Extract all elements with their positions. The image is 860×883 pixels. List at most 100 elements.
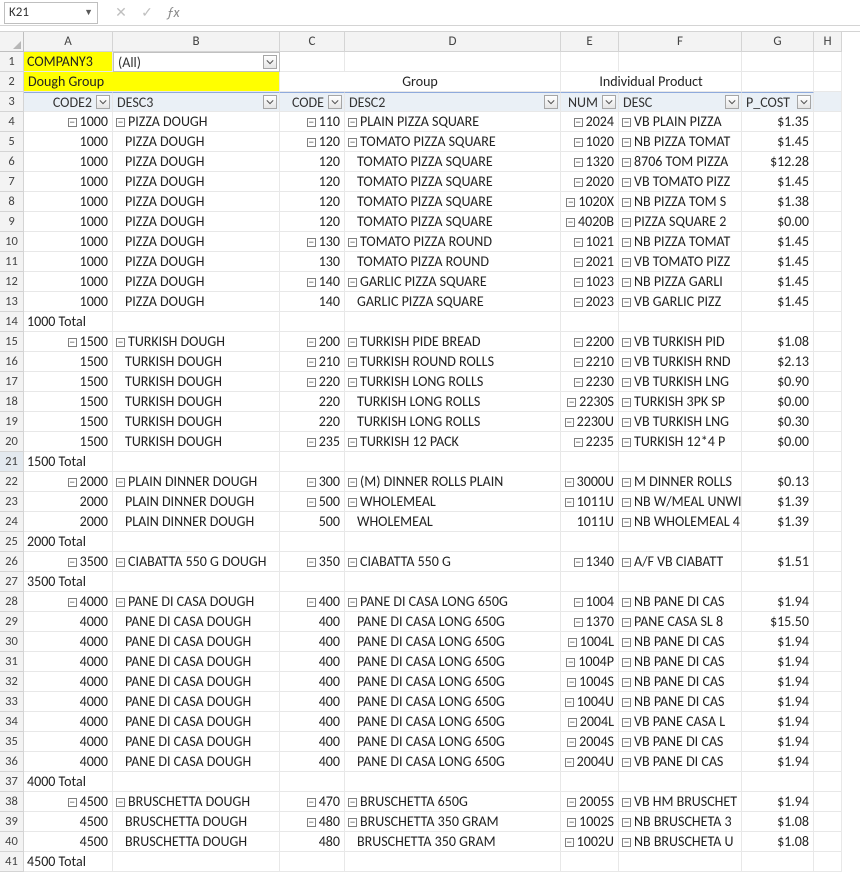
collapse-icon[interactable]: − bbox=[116, 478, 125, 487]
row-header[interactable]: 2 bbox=[0, 72, 24, 92]
cell-code[interactable]: 400 bbox=[280, 672, 345, 692]
cell-code[interactable]: −130 bbox=[280, 232, 345, 252]
formula-input[interactable] bbox=[192, 2, 860, 24]
cell-code2[interactable]: −1000 bbox=[24, 112, 113, 132]
empty-cell[interactable] bbox=[619, 52, 742, 72]
cell-desc3[interactable]: TURKISH DOUGH bbox=[113, 372, 280, 392]
cell-pcost[interactable]: $1.94 bbox=[742, 732, 814, 752]
cell-desc3[interactable]: −BRUSCHETTA DOUGH bbox=[113, 792, 280, 812]
collapse-icon[interactable]: − bbox=[116, 558, 125, 567]
collapse-icon[interactable]: − bbox=[348, 138, 357, 147]
cell-desc[interactable]: −NB PANE DI CAS bbox=[619, 592, 742, 612]
cell-code2[interactable]: 1000 bbox=[24, 272, 113, 292]
collapse-icon[interactable]: − bbox=[348, 118, 357, 127]
collapse-icon[interactable]: − bbox=[307, 278, 316, 287]
cell-num[interactable]: −2235 bbox=[561, 432, 619, 452]
empty-cell[interactable] bbox=[561, 852, 619, 872]
empty-cell[interactable] bbox=[742, 572, 814, 592]
empty-cell[interactable] bbox=[345, 852, 561, 872]
cell-desc3[interactable]: PIZZA DOUGH bbox=[113, 232, 280, 252]
cell-desc[interactable]: −PIZZA SQUARE 2 bbox=[619, 212, 742, 232]
cell-pcost[interactable]: $0.13 bbox=[742, 472, 814, 492]
empty-cell[interactable] bbox=[814, 212, 842, 232]
empty-cell[interactable] bbox=[619, 852, 742, 872]
empty-cell[interactable] bbox=[814, 692, 842, 712]
cell-pcost[interactable]: $0.00 bbox=[742, 392, 814, 412]
empty-cell[interactable] bbox=[113, 532, 280, 552]
cell-desc[interactable]: −NB WHOLEMEAL 4 bbox=[619, 512, 742, 532]
cell-code2[interactable]: 4500 bbox=[24, 812, 113, 832]
cell-desc3[interactable]: PIZZA DOUGH bbox=[113, 212, 280, 232]
cell-num[interactable]: −2020 bbox=[561, 172, 619, 192]
collapse-icon[interactable]: − bbox=[68, 798, 77, 807]
cell-num[interactable]: −2005S bbox=[561, 792, 619, 812]
collapse-icon[interactable]: − bbox=[565, 498, 574, 507]
row-header[interactable]: 9 bbox=[0, 212, 24, 232]
empty-cell[interactable] bbox=[619, 772, 742, 792]
collapse-icon[interactable]: − bbox=[622, 518, 631, 527]
row-header[interactable]: 12 bbox=[0, 272, 24, 292]
collapse-icon[interactable]: − bbox=[565, 838, 574, 847]
cell-num[interactable]: −2200 bbox=[561, 332, 619, 352]
collapse-icon[interactable]: − bbox=[307, 798, 316, 807]
cell-code2[interactable]: 1500 bbox=[24, 372, 113, 392]
empty-cell[interactable] bbox=[619, 532, 742, 552]
empty-cell[interactable] bbox=[814, 152, 842, 172]
cell-desc2[interactable]: −GARLIC PIZZA SQUARE bbox=[345, 272, 561, 292]
cell-pcost[interactable]: $1.35 bbox=[742, 112, 814, 132]
cell-pcost[interactable]: $1.45 bbox=[742, 252, 814, 272]
empty-cell[interactable] bbox=[345, 532, 561, 552]
cell-desc2[interactable]: −PANE DI CASA LONG 650G bbox=[345, 592, 561, 612]
empty-cell[interactable] bbox=[814, 192, 842, 212]
cell-num[interactable]: −2230S bbox=[561, 392, 619, 412]
cell-desc2[interactable]: PANE DI CASA LONG 650G bbox=[345, 612, 561, 632]
collapse-icon[interactable]: − bbox=[307, 338, 316, 347]
cell-code[interactable]: 500 bbox=[280, 512, 345, 532]
cell-desc2[interactable]: −TOMATO PIZZA ROUND bbox=[345, 232, 561, 252]
row-header[interactable]: 18 bbox=[0, 392, 24, 412]
cell-code[interactable]: −210 bbox=[280, 352, 345, 372]
empty-cell[interactable] bbox=[561, 572, 619, 592]
empty-cell[interactable] bbox=[814, 332, 842, 352]
collapse-icon[interactable]: − bbox=[348, 558, 357, 567]
cell-desc[interactable]: −NB PANE DI CAS bbox=[619, 632, 742, 652]
cell-code[interactable]: 400 bbox=[280, 732, 345, 752]
collapse-icon[interactable]: − bbox=[622, 838, 631, 847]
cell-desc3[interactable]: PIZZA DOUGH bbox=[113, 272, 280, 292]
cell-pcost[interactable]: $1.94 bbox=[742, 592, 814, 612]
cell-desc[interactable]: −VB TURKISH LNG bbox=[619, 412, 742, 432]
cell-num[interactable]: −2023 bbox=[561, 292, 619, 312]
cell-desc2[interactable]: −TURKISH PIDE BREAD bbox=[345, 332, 561, 352]
cell-num[interactable]: −2210 bbox=[561, 352, 619, 372]
empty-cell[interactable] bbox=[742, 52, 814, 72]
cell-code[interactable]: 400 bbox=[280, 652, 345, 672]
collapse-icon[interactable]: − bbox=[348, 438, 357, 447]
cell-pcost[interactable]: $0.00 bbox=[742, 432, 814, 452]
cell-code2[interactable]: 1000 bbox=[24, 292, 113, 312]
cell-desc3[interactable]: −TURKISH DOUGH bbox=[113, 332, 280, 352]
row-header[interactable]: 24 bbox=[0, 512, 24, 532]
collapse-icon[interactable]: − bbox=[622, 438, 631, 447]
cell-desc[interactable]: −VB GARLIC PIZZ bbox=[619, 292, 742, 312]
empty-cell[interactable] bbox=[814, 652, 842, 672]
collapse-icon[interactable]: − bbox=[622, 618, 631, 627]
cell-num[interactable]: −1020X bbox=[561, 192, 619, 212]
collapse-icon[interactable]: − bbox=[566, 198, 575, 207]
empty-cell[interactable] bbox=[742, 772, 814, 792]
cell-code[interactable]: −120 bbox=[280, 132, 345, 152]
cell-code[interactable]: 220 bbox=[280, 392, 345, 412]
empty-cell[interactable] bbox=[345, 52, 561, 72]
cell-pcost[interactable]: $1.45 bbox=[742, 172, 814, 192]
collapse-icon[interactable]: − bbox=[307, 118, 316, 127]
cell-desc2[interactable]: GARLIC PIZZA SQUARE bbox=[345, 292, 561, 312]
cell-desc3[interactable]: PANE DI CASA DOUGH bbox=[113, 672, 280, 692]
cell-desc[interactable]: −VB TOMATO PIZZ bbox=[619, 172, 742, 192]
col-header-C[interactable]: C bbox=[280, 32, 345, 52]
empty-cell[interactable] bbox=[561, 532, 619, 552]
row-header[interactable]: 33 bbox=[0, 692, 24, 712]
cell-desc3[interactable]: BRUSCHETTA DOUGH bbox=[113, 832, 280, 852]
empty-cell[interactable] bbox=[814, 732, 842, 752]
col-header-F[interactable]: F bbox=[619, 32, 742, 52]
cell-desc2[interactable]: PANE DI CASA LONG 650G bbox=[345, 752, 561, 772]
cell-desc[interactable]: −TURKISH 12*4 P bbox=[619, 432, 742, 452]
